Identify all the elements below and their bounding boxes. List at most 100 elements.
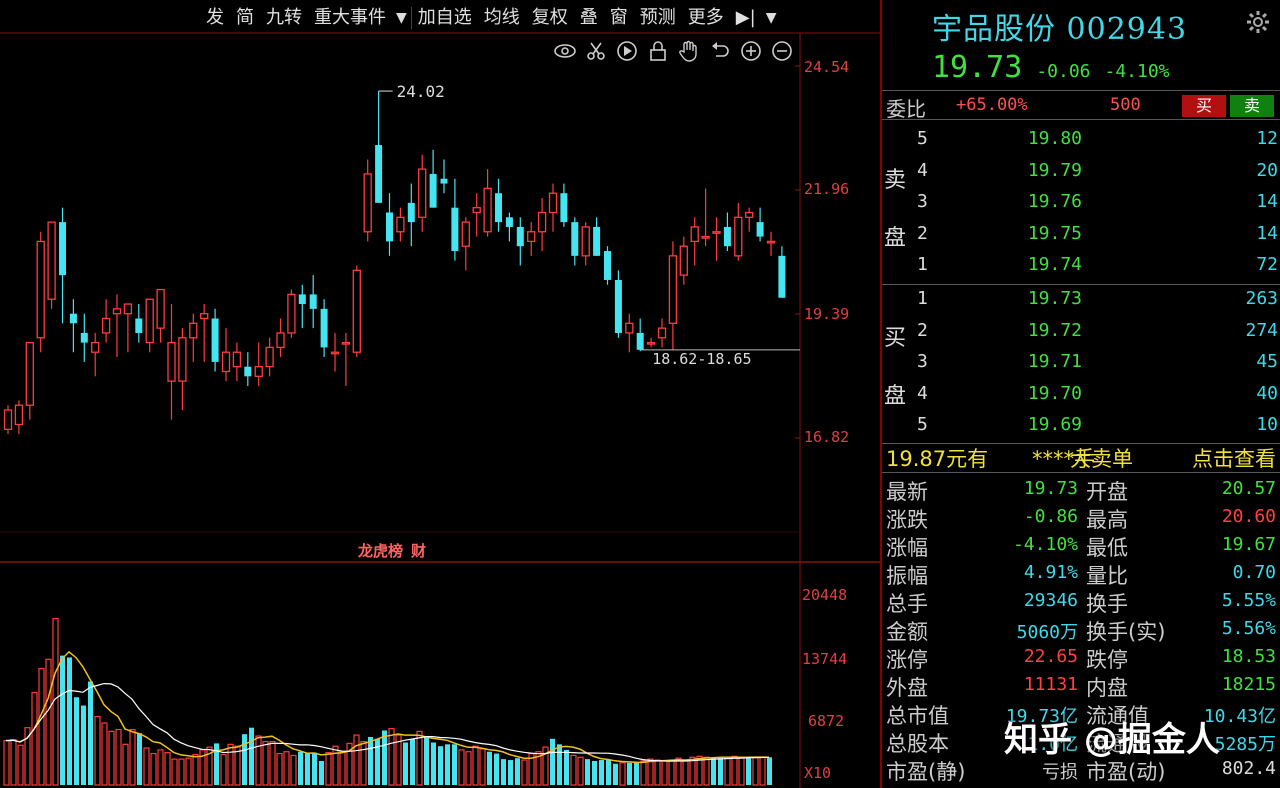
toolbar-simple-button[interactable]: 简 <box>230 5 260 31</box>
stat-row: 涨停 22.65 跌停 18.53 <box>882 644 1280 672</box>
volume-bar <box>45 658 52 786</box>
volume-bar <box>647 758 654 786</box>
volume-bar <box>731 755 738 786</box>
order-price: 19.73 <box>1027 288 1082 309</box>
volume-bar <box>17 744 24 786</box>
candle-body <box>745 211 754 218</box>
scissors-icon[interactable] <box>583 38 608 63</box>
volume-bar <box>564 749 569 785</box>
order-book-row[interactable]: 3 19.76 14 <box>882 187 1280 219</box>
volume-bar <box>577 756 584 786</box>
volume-bar <box>570 754 577 786</box>
order-book-row[interactable]: 2 19.75 14 <box>882 219 1280 251</box>
view-details-link[interactable]: 点击查看 <box>1192 443 1276 473</box>
volume-bar <box>431 742 436 785</box>
price-line: 19.73 -0.06 -4.10% <box>932 50 1170 85</box>
candle-body <box>778 255 786 298</box>
order-book-row[interactable]: 5 19.69 10 <box>882 410 1280 442</box>
volume-bar <box>319 760 324 785</box>
volume-bar <box>382 730 387 785</box>
volume-bar <box>606 760 611 785</box>
volume-bar <box>416 730 423 786</box>
toolbar-events-button[interactable]: 重大事件 <box>308 5 392 31</box>
volume-bar <box>703 756 710 786</box>
order-book-row[interactable]: 4 19.70 40 <box>882 379 1280 411</box>
stat-value: 18.53 <box>1221 646 1276 667</box>
volume-bar <box>759 756 766 786</box>
candle-body <box>91 341 100 353</box>
volume-bar <box>675 757 682 786</box>
zoom-in-icon[interactable] <box>738 38 763 63</box>
order-volume: 14 <box>1256 222 1278 244</box>
toolbar-window-button[interactable]: 窗 <box>604 5 634 31</box>
toolbar-dropdown-icon[interactable]: ▼ <box>762 10 781 26</box>
volume-bar <box>143 747 150 786</box>
volume-bar <box>424 736 429 785</box>
toolbar-fa-button[interactable]: 发 <box>200 5 230 31</box>
tab-finance[interactable]: 财 <box>411 540 426 561</box>
toolbar-jiuzhuan-button[interactable]: 九转 <box>260 5 308 31</box>
candle-body <box>690 226 699 243</box>
order-book-row[interactable]: 5 19.80 12 <box>882 124 1280 156</box>
volume-bar <box>276 752 283 786</box>
order-book-row[interactable]: 1 19.73 263 <box>882 284 1280 316</box>
hand-icon[interactable] <box>676 38 701 63</box>
order-book-row[interactable]: 4 19.79 20 <box>882 156 1280 188</box>
candle-body <box>548 192 558 214</box>
order-book-row[interactable]: 1 19.74 72 <box>882 250 1280 282</box>
lock-icon[interactable] <box>645 38 670 63</box>
volume-bar <box>325 752 332 786</box>
candle-body <box>211 318 219 362</box>
gear-icon[interactable] <box>1246 10 1270 34</box>
volume-bar <box>508 760 513 785</box>
stat-label: 振幅 <box>886 564 928 588</box>
volume-axis-label: 6872 <box>808 712 845 730</box>
stat-label: 内盘 <box>1086 676 1128 700</box>
order-book-row[interactable]: 3 19.71 45 <box>882 347 1280 379</box>
stat-label: 涨幅 <box>886 536 928 560</box>
candle-body <box>59 222 66 276</box>
toolbar-forecast-button[interactable]: 预测 <box>634 5 682 31</box>
toolbar-next-icon[interactable]: ▶| <box>730 5 762 31</box>
order-book-row[interactable]: 2 19.72 274 <box>882 316 1280 348</box>
candle-body <box>265 346 274 368</box>
volume-bar <box>515 758 520 785</box>
volume-bar <box>711 757 716 785</box>
toolbar-adjust-button[interactable]: 复权 <box>526 5 574 31</box>
order-volume: 10 <box>1256 414 1278 435</box>
toolbar-add-watchlist-button[interactable]: 加自选 <box>412 5 478 31</box>
chart-area[interactable]: 24.02 18.62-18.65 发 简 九转 重大事件 ▼ 加自选 均线 复权… <box>0 0 880 788</box>
volume-bar <box>718 758 723 785</box>
order-level: 5 <box>917 414 928 435</box>
volume-bar <box>38 667 45 786</box>
volume-bar <box>592 760 597 785</box>
undo-icon[interactable] <box>707 38 732 63</box>
volume-axis-label: X10 <box>804 764 832 782</box>
quote-panel: 宇品股份 002943 19.73 -0.06 -4.10% 委比 +65.00… <box>880 0 1280 788</box>
candle-body <box>298 294 306 305</box>
tab-longhubang[interactable]: 龙虎榜 <box>358 540 403 561</box>
volume-bar <box>164 752 171 786</box>
big-order-banner[interactable]: 19.87元有 ****手 大卖单 点击查看 <box>882 443 1280 473</box>
play-icon[interactable] <box>614 38 639 63</box>
stock-code: 002943 <box>1066 12 1188 47</box>
order-level: 4 <box>917 159 928 181</box>
volume-bar <box>353 734 360 786</box>
candle-body <box>363 173 372 233</box>
volume-bar <box>445 744 450 785</box>
zoom-out-icon[interactable] <box>769 38 794 63</box>
eye-icon[interactable] <box>552 38 577 63</box>
events-dropdown-icon[interactable]: ▼ <box>392 10 411 26</box>
volume-bar <box>752 756 759 786</box>
toolbar-overlay-button[interactable]: 叠 <box>574 5 604 31</box>
volume-bar <box>668 759 675 786</box>
candlestick-chart[interactable]: 24.02 18.62-18.65 <box>0 0 880 788</box>
volume-bar <box>220 753 227 786</box>
toolbar-more-button[interactable]: 更多 <box>682 5 730 31</box>
candle-body <box>25 341 34 406</box>
volume-bar <box>67 657 72 785</box>
toolbar-ma-button[interactable]: 均线 <box>478 5 526 31</box>
sell-button[interactable]: 卖 <box>1230 95 1274 117</box>
buy-button[interactable]: 买 <box>1182 95 1226 117</box>
stat-row: 涨跌 -0.86 最高 20.60 <box>882 504 1280 532</box>
